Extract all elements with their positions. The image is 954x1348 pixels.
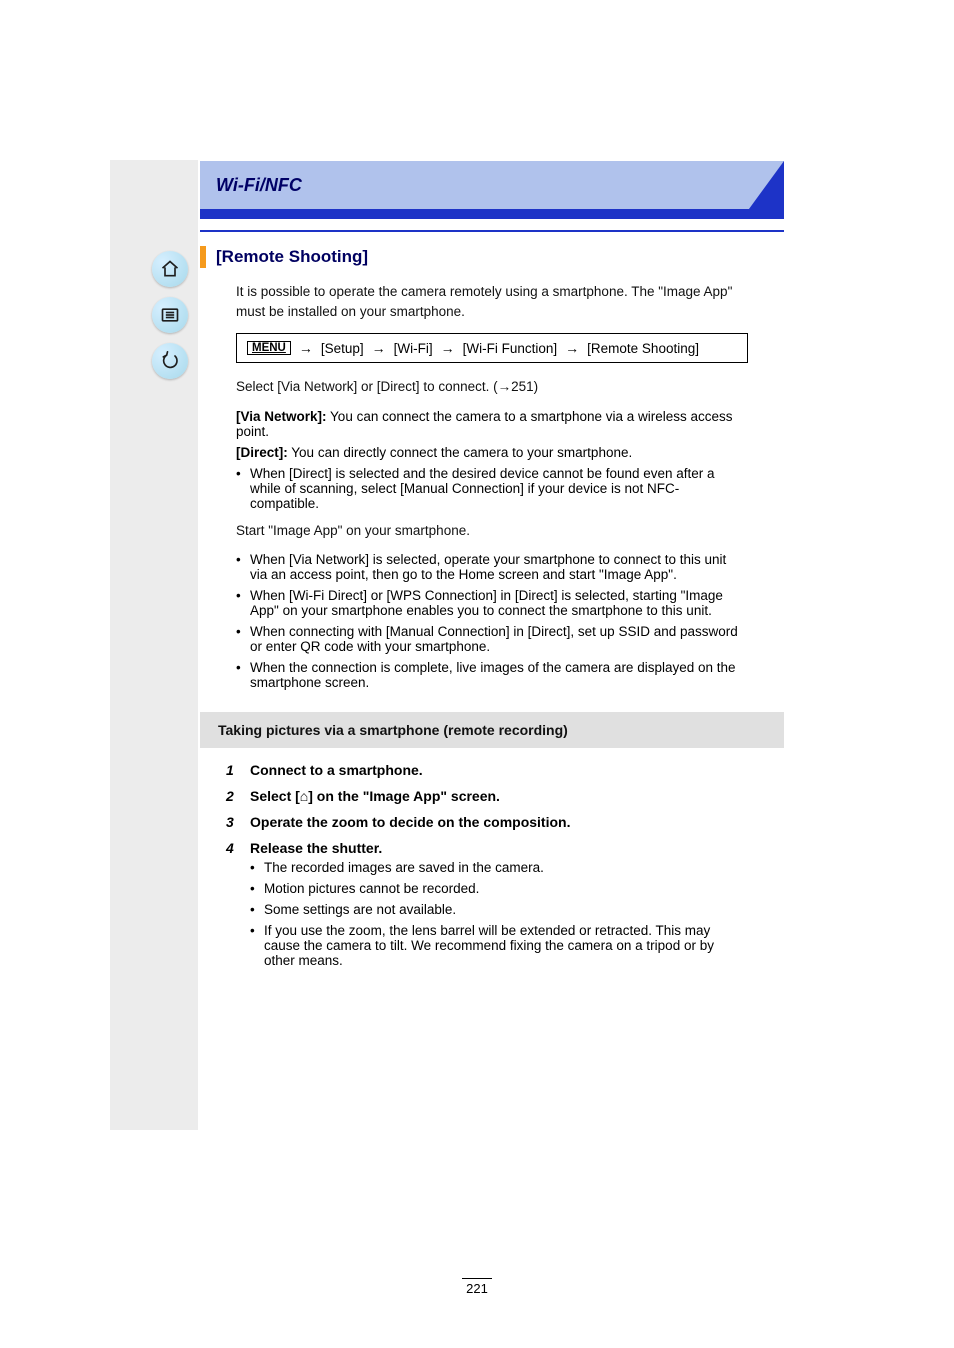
- arrow-icon: →: [299, 340, 313, 356]
- bullet-text: When [Via Network] is selected, operate …: [250, 552, 740, 582]
- nav-icon-group: [150, 251, 190, 379]
- bullet-text: When the connection is complete, live im…: [250, 660, 740, 690]
- connect-ref: (→251): [493, 379, 538, 394]
- bullet-text: When [Wi-Fi Direct] or [WPS Connection] …: [250, 588, 740, 618]
- bullet-dot-icon: •: [250, 902, 256, 917]
- home-button[interactable]: [152, 251, 188, 287]
- bullet-item: • The recorded images are saved in the ca…: [250, 860, 758, 875]
- bullet-text: When connecting with [Manual Connection]…: [250, 624, 740, 654]
- launch-instruction: Start "Image App" on your smartphone.: [200, 521, 784, 541]
- bullet-dot-icon: •: [236, 588, 242, 618]
- step-row: 3 Operate the zoom to decide on the comp…: [226, 814, 758, 830]
- section-title: [Remote Shooting]: [216, 247, 368, 267]
- connect-instruction: Select [Via Network] or [Direct] to conn…: [200, 377, 784, 397]
- page-number: 221: [462, 1278, 492, 1296]
- bullet-item: •If you use the zoom, the lens barrel wi…: [250, 923, 758, 968]
- contents-button[interactable]: [152, 297, 188, 333]
- option-label: [Direct]:: [236, 445, 288, 460]
- bullet-dot-icon: •: [236, 552, 242, 582]
- step-body: Select [⌂] on the "Image App" screen.: [250, 788, 500, 804]
- option-label: [Via Network]:: [236, 409, 327, 424]
- step-body: Operate the zoom to decide on the compos…: [250, 814, 570, 830]
- launch-bullets: • When [Via Network] is selected, operate…: [200, 552, 784, 690]
- step-number: 3: [226, 814, 240, 830]
- options-block: [Via Network]: You can connect the camer…: [200, 409, 784, 511]
- bullet-text: Some settings are not available.: [264, 902, 456, 917]
- step-number: 1: [226, 762, 240, 778]
- arrow-icon: →: [565, 340, 579, 356]
- bullet-text: The recorded images are saved in the cam…: [264, 860, 544, 875]
- menu-tag: MENU: [247, 341, 291, 355]
- step-number: 4: [226, 840, 240, 974]
- connect-text: Select [Via Network] or [Direct] to conn…: [236, 379, 489, 394]
- back-arrow-icon: [160, 351, 180, 371]
- menu-path-seg: [Wi-Fi]: [394, 341, 433, 356]
- orange-marker-icon: [200, 246, 206, 268]
- menu-path-seg: [Wi-Fi Function]: [463, 341, 558, 356]
- step-number: 2: [226, 788, 240, 804]
- bullet-dot-icon: •: [236, 624, 242, 654]
- arrow-icon: →: [441, 340, 455, 356]
- steps-block: 1 Connect to a smartphone. 2 Select [⌂] …: [200, 762, 784, 974]
- divider-line: [200, 230, 784, 232]
- bullet-dot-icon: •: [236, 660, 242, 690]
- bullet-dot-icon: •: [250, 881, 256, 896]
- option-row: [Direct]: You can directly connect the c…: [236, 445, 758, 460]
- bullet-item: • Motion pictures cannot be recorded.: [250, 881, 758, 896]
- intro-text: It is possible to operate the camera rem…: [200, 282, 784, 321]
- menu-path-seg: [Remote Shooting]: [587, 341, 699, 356]
- chapter-banner: Wi-Fi/NFC: [200, 161, 784, 219]
- arrow-icon: →: [372, 340, 386, 356]
- bullet-dot-icon: •: [236, 466, 242, 511]
- step-row: 1 Connect to a smartphone.: [226, 762, 758, 778]
- chapter-title: Wi-Fi/NFC: [216, 175, 302, 196]
- bullet-text: When [Direct] is selected and the desire…: [250, 466, 740, 511]
- bullet-item: • When [Wi-Fi Direct] or [WPS Connection]…: [236, 588, 758, 618]
- callout-box: Taking pictures via a smartphone (remote…: [200, 712, 784, 748]
- step-row: 4 Release the shutter. • The recorded ima…: [226, 840, 758, 974]
- bullet-text: Motion pictures cannot be recorded.: [264, 881, 479, 896]
- step-body: Release the shutter.: [250, 840, 758, 856]
- bullet-dot-icon: •: [250, 860, 256, 875]
- home-icon: [160, 259, 180, 279]
- step-row: 2 Select [⌂] on the "Image App" screen.: [226, 788, 758, 804]
- bullet-item: • When the connection is complete, live i…: [236, 660, 758, 690]
- step-body: Connect to a smartphone.: [250, 762, 423, 778]
- bullet-item: • When connecting with [Manual Connection…: [236, 624, 758, 654]
- bullet-item: • Some settings are not available.: [250, 902, 758, 917]
- step-sub-bullets: • The recorded images are saved in the ca…: [250, 860, 758, 968]
- menu-path-seg: [Setup]: [321, 341, 364, 356]
- bullet-dot-icon: •: [250, 923, 256, 968]
- bullet-item: • When [Direct] is selected and the desi…: [236, 466, 758, 511]
- menu-path-box: MENU → [Setup] → [Wi-Fi] → [Wi-Fi Functi…: [236, 333, 748, 363]
- list-icon: [160, 305, 180, 325]
- option-row: [Via Network]: You can connect the camer…: [236, 409, 758, 439]
- body-area: [Remote Shooting] It is possible to oper…: [200, 230, 784, 984]
- back-button[interactable]: [152, 343, 188, 379]
- bullet-item: • When [Via Network] is selected, operate…: [236, 552, 758, 582]
- section-header: [Remote Shooting]: [200, 246, 784, 268]
- bullet-text: If you use the zoom, the lens barrel wil…: [264, 923, 740, 968]
- option-text: You can directly connect the camera to y…: [291, 445, 632, 460]
